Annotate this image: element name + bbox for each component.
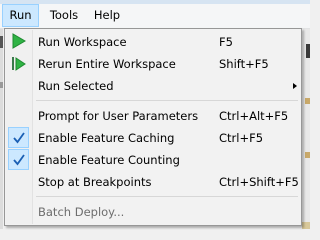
run-dropdown-menu: Run Workspace F5 Rerun Entire Workspace … bbox=[4, 28, 302, 226]
menu-item-label: Rerun Entire Workspace bbox=[38, 57, 176, 71]
menu-item-label: Prompt for User Parameters bbox=[38, 109, 199, 123]
menu-item-rerun-entire-workspace[interactable]: Rerun Entire Workspace Shift+F5 bbox=[7, 53, 299, 75]
menu-item-shortcut: Shift+F5 bbox=[219, 57, 269, 71]
background-right-mark bbox=[302, 222, 310, 229]
checkmark-icon bbox=[8, 127, 29, 148]
menu-item-label: Stop at Breakpoints bbox=[38, 175, 152, 189]
background-right-panel bbox=[303, 4, 310, 229]
menu-item-run-selected[interactable]: Run Selected bbox=[7, 75, 299, 97]
menu-item-stop-at-breakpoints[interactable]: Stop at Breakpoints Ctrl+Shift+F5 bbox=[7, 171, 299, 193]
play-icon bbox=[7, 31, 30, 53]
background-left-mark bbox=[0, 82, 3, 88]
background-right-mark bbox=[306, 44, 310, 58]
menu-item-batch-deploy: Batch Deploy... bbox=[7, 201, 299, 223]
checkmark-icon bbox=[8, 149, 29, 170]
menu-item-label: Run Workspace bbox=[38, 35, 127, 49]
menu-separator bbox=[36, 100, 298, 101]
background-right-mark bbox=[305, 98, 310, 104]
menu-item-shortcut: Ctrl+Shift+F5 bbox=[219, 175, 299, 189]
menu-run[interactable]: Run bbox=[2, 4, 39, 27]
menu-item-label: Run Selected bbox=[38, 79, 114, 93]
menu-item-shortcut: Ctrl+Alt+F5 bbox=[219, 109, 289, 123]
rerun-icon bbox=[7, 53, 30, 75]
menu-item-shortcut: Ctrl+F5 bbox=[219, 131, 264, 145]
menu-bar: Run Tools Help bbox=[0, 4, 310, 29]
menu-separator bbox=[36, 196, 298, 197]
menu-item-label: Batch Deploy... bbox=[38, 205, 125, 219]
menu-help[interactable]: Help bbox=[88, 4, 126, 27]
background-left-panel bbox=[0, 28, 3, 229]
background-right-mark bbox=[305, 152, 310, 158]
submenu-arrow-icon bbox=[293, 83, 297, 89]
background-left-mark bbox=[0, 36, 3, 48]
menu-item-label: Enable Feature Caching bbox=[38, 131, 175, 145]
menu-tools[interactable]: Tools bbox=[40, 4, 88, 27]
menu-item-label: Enable Feature Counting bbox=[38, 153, 180, 167]
menu-item-enable-feature-caching[interactable]: Enable Feature Caching Ctrl+F5 bbox=[7, 127, 299, 149]
menu-item-prompt-user-parameters[interactable]: Prompt for User Parameters Ctrl+Alt+F5 bbox=[7, 105, 299, 127]
menu-item-run-workspace[interactable]: Run Workspace F5 bbox=[7, 31, 299, 53]
menu-item-shortcut: F5 bbox=[219, 35, 233, 49]
menu-item-enable-feature-counting[interactable]: Enable Feature Counting bbox=[7, 149, 299, 171]
